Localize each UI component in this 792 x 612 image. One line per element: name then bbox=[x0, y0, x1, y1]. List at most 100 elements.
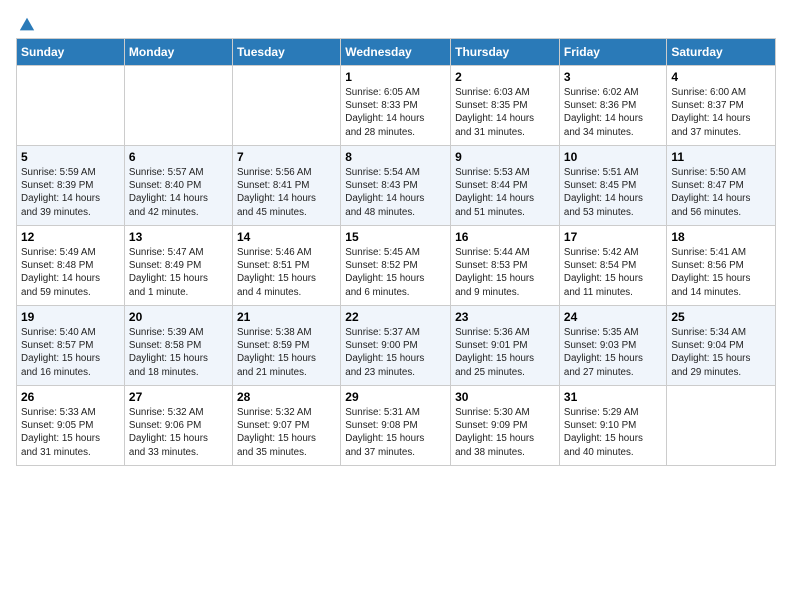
cell-info-line: and 42 minutes. bbox=[129, 206, 228, 219]
day-number: 9 bbox=[455, 150, 555, 164]
calendar-cell: 19Sunrise: 5:40 AMSunset: 8:57 PMDayligh… bbox=[17, 306, 125, 386]
cell-info-line: Daylight: 15 hours bbox=[237, 352, 336, 365]
cell-info-line: Sunrise: 5:41 AM bbox=[671, 246, 771, 259]
day-number: 14 bbox=[237, 230, 336, 244]
cell-info-line: Sunset: 8:51 PM bbox=[237, 259, 336, 272]
cell-info-line: and 34 minutes. bbox=[564, 126, 662, 139]
cell-info-line: Sunset: 8:59 PM bbox=[237, 339, 336, 352]
cell-info-line: Daylight: 14 hours bbox=[21, 272, 120, 285]
cell-info-line: and 4 minutes. bbox=[237, 286, 336, 299]
logo bbox=[16, 16, 34, 30]
cell-info-line: Sunrise: 5:35 AM bbox=[564, 326, 662, 339]
cell-info-line: Sunrise: 5:59 AM bbox=[21, 166, 120, 179]
cell-info-line: Sunset: 8:45 PM bbox=[564, 179, 662, 192]
cell-info-line: Daylight: 15 hours bbox=[455, 272, 555, 285]
cell-info-line: and 28 minutes. bbox=[345, 126, 446, 139]
cell-info-line: and 48 minutes. bbox=[345, 206, 446, 219]
calendar-cell: 17Sunrise: 5:42 AMSunset: 8:54 PMDayligh… bbox=[559, 226, 666, 306]
cell-info-line: Daylight: 15 hours bbox=[129, 272, 228, 285]
calendar-cell: 24Sunrise: 5:35 AMSunset: 9:03 PMDayligh… bbox=[559, 306, 666, 386]
calendar-week-row: 1Sunrise: 6:05 AMSunset: 8:33 PMDaylight… bbox=[17, 66, 776, 146]
cell-info-line: Daylight: 14 hours bbox=[129, 192, 228, 205]
cell-info-line: Sunrise: 6:00 AM bbox=[671, 86, 771, 99]
calendar-week-row: 26Sunrise: 5:33 AMSunset: 9:05 PMDayligh… bbox=[17, 386, 776, 466]
cell-info-line: and 11 minutes. bbox=[564, 286, 662, 299]
cell-info-line: and 51 minutes. bbox=[455, 206, 555, 219]
day-number: 5 bbox=[21, 150, 120, 164]
day-of-week-header: Saturday bbox=[667, 39, 776, 66]
cell-info-line: Sunset: 8:57 PM bbox=[21, 339, 120, 352]
cell-info-line: Daylight: 15 hours bbox=[455, 352, 555, 365]
cell-info-line: and 31 minutes. bbox=[21, 446, 120, 459]
cell-info-line: Sunrise: 5:56 AM bbox=[237, 166, 336, 179]
cell-info-line: Sunset: 8:56 PM bbox=[671, 259, 771, 272]
cell-info-line: and 37 minutes. bbox=[671, 126, 771, 139]
page-header bbox=[16, 16, 776, 30]
calendar-week-row: 12Sunrise: 5:49 AMSunset: 8:48 PMDayligh… bbox=[17, 226, 776, 306]
cell-info-line: Sunset: 9:07 PM bbox=[237, 419, 336, 432]
cell-info-line: Daylight: 15 hours bbox=[237, 432, 336, 445]
cell-info-line: Daylight: 14 hours bbox=[237, 192, 336, 205]
cell-info-line: and 40 minutes. bbox=[564, 446, 662, 459]
cell-info-line: and 14 minutes. bbox=[671, 286, 771, 299]
cell-info-line: and 29 minutes. bbox=[671, 366, 771, 379]
cell-info-line: Daylight: 14 hours bbox=[671, 192, 771, 205]
day-number: 15 bbox=[345, 230, 446, 244]
calendar-cell: 29Sunrise: 5:31 AMSunset: 9:08 PMDayligh… bbox=[341, 386, 451, 466]
cell-info-line: Sunset: 8:58 PM bbox=[129, 339, 228, 352]
cell-info-line: Sunrise: 5:51 AM bbox=[564, 166, 662, 179]
calendar-cell: 12Sunrise: 5:49 AMSunset: 8:48 PMDayligh… bbox=[17, 226, 125, 306]
cell-info-line: Sunset: 9:03 PM bbox=[564, 339, 662, 352]
cell-info-line: Sunrise: 5:57 AM bbox=[129, 166, 228, 179]
cell-info-line: Daylight: 14 hours bbox=[564, 192, 662, 205]
cell-info-line: Daylight: 15 hours bbox=[237, 272, 336, 285]
cell-info-line: and 6 minutes. bbox=[345, 286, 446, 299]
calendar-cell: 3Sunrise: 6:02 AMSunset: 8:36 PMDaylight… bbox=[559, 66, 666, 146]
cell-info-line: and 39 minutes. bbox=[21, 206, 120, 219]
day-of-week-header: Monday bbox=[124, 39, 232, 66]
cell-info-line: and 1 minute. bbox=[129, 286, 228, 299]
cell-info-line: Daylight: 15 hours bbox=[564, 432, 662, 445]
cell-info-line: Sunset: 8:53 PM bbox=[455, 259, 555, 272]
cell-info-line: Sunrise: 5:38 AM bbox=[237, 326, 336, 339]
cell-info-line: Sunrise: 5:33 AM bbox=[21, 406, 120, 419]
cell-info-line: Sunrise: 5:32 AM bbox=[237, 406, 336, 419]
cell-info-line: Sunset: 9:09 PM bbox=[455, 419, 555, 432]
calendar-cell bbox=[124, 66, 232, 146]
cell-info-line: and 33 minutes. bbox=[129, 446, 228, 459]
cell-info-line: and 16 minutes. bbox=[21, 366, 120, 379]
cell-info-line: and 31 minutes. bbox=[455, 126, 555, 139]
calendar-cell: 27Sunrise: 5:32 AMSunset: 9:06 PMDayligh… bbox=[124, 386, 232, 466]
cell-info-line: Sunrise: 5:49 AM bbox=[21, 246, 120, 259]
day-number: 23 bbox=[455, 310, 555, 324]
calendar-table: SundayMondayTuesdayWednesdayThursdayFrid… bbox=[16, 38, 776, 466]
cell-info-line: Sunset: 9:01 PM bbox=[455, 339, 555, 352]
calendar-cell: 28 Sunrise: 5:32 AMSunset: 9:07 PMDayligh… bbox=[232, 386, 340, 466]
cell-info-line: Sunrise: 5:36 AM bbox=[455, 326, 555, 339]
cell-info-line: Daylight: 14 hours bbox=[671, 112, 771, 125]
calendar-cell: 16Sunrise: 5:44 AMSunset: 8:53 PMDayligh… bbox=[451, 226, 560, 306]
day-number: 17 bbox=[564, 230, 662, 244]
cell-info-line: Daylight: 14 hours bbox=[345, 112, 446, 125]
cell-info-line: and 27 minutes. bbox=[564, 366, 662, 379]
day-number: 3 bbox=[564, 70, 662, 84]
day-number: 28 bbox=[237, 390, 336, 404]
cell-info-line: Sunset: 8:33 PM bbox=[345, 99, 446, 112]
day-number: 21 bbox=[237, 310, 336, 324]
cell-info-line: Daylight: 15 hours bbox=[21, 432, 120, 445]
day-number: 12 bbox=[21, 230, 120, 244]
day-number: 18 bbox=[671, 230, 771, 244]
day-number: 16 bbox=[455, 230, 555, 244]
cell-info-line: Daylight: 15 hours bbox=[129, 352, 228, 365]
cell-info-line: Daylight: 14 hours bbox=[455, 112, 555, 125]
calendar-cell: 23 Sunrise: 5:36 AMSunset: 9:01 PMDayligh… bbox=[451, 306, 560, 386]
cell-info-line: Sunset: 8:49 PM bbox=[129, 259, 228, 272]
cell-info-line: Daylight: 15 hours bbox=[21, 352, 120, 365]
calendar-cell: 7Sunrise: 5:56 AMSunset: 8:41 PMDaylight… bbox=[232, 146, 340, 226]
cell-info-line: Sunset: 8:43 PM bbox=[345, 179, 446, 192]
cell-info-line: Sunrise: 5:29 AM bbox=[564, 406, 662, 419]
cell-info-line: Sunrise: 6:05 AM bbox=[345, 86, 446, 99]
day-number: 4 bbox=[671, 70, 771, 84]
calendar-cell: 2Sunrise: 6:03 AMSunset: 8:35 PMDaylight… bbox=[451, 66, 560, 146]
day-number: 10 bbox=[564, 150, 662, 164]
